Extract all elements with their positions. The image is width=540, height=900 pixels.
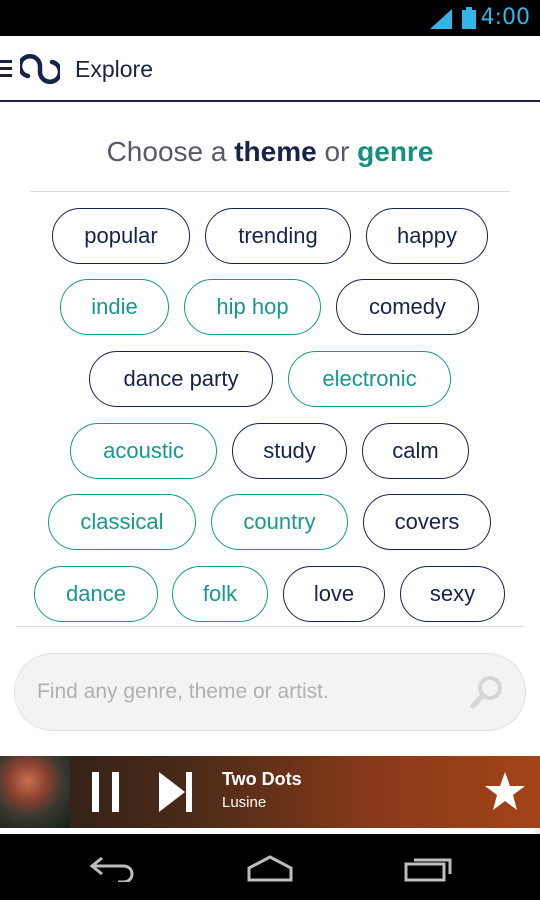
next-icon[interactable] (157, 770, 193, 814)
chip-indie[interactable]: indie (60, 279, 169, 335)
back-icon[interactable] (88, 854, 136, 882)
now-playing-bar[interactable]: Two Dots Lusine (0, 756, 540, 828)
pause-button[interactable] (90, 772, 122, 812)
heading-middle: or (316, 136, 358, 167)
search-bar (14, 653, 526, 731)
album-art[interactable] (0, 756, 70, 828)
chip-hip-hop[interactable]: hip hop (184, 279, 321, 335)
chip-dance-party[interactable]: dance party (89, 351, 273, 407)
chip-country[interactable]: country (211, 494, 348, 550)
chip-electronic[interactable]: electronic (288, 351, 451, 407)
chip-covers[interactable]: covers (363, 494, 491, 550)
chip-sexy[interactable]: sexy (400, 566, 505, 622)
heading-theme-word: theme (234, 136, 317, 167)
chip-happy[interactable]: happy (366, 208, 488, 264)
chip-acoustic[interactable]: acoustic (70, 423, 217, 479)
navigation-bar (0, 834, 540, 900)
recent-apps-icon[interactable] (404, 854, 454, 882)
track-title: Two Dots (222, 769, 302, 789)
chip-folk[interactable]: folk (172, 566, 268, 622)
chips-divider (16, 626, 524, 627)
search-input[interactable] (37, 654, 467, 730)
choose-heading: Choose a theme or genre (0, 136, 540, 168)
battery-icon (462, 7, 476, 29)
chip-love[interactable]: love (283, 566, 385, 622)
heading-prefix: Choose a (106, 136, 235, 167)
star-icon[interactable] (484, 770, 526, 812)
pause-icon (92, 772, 99, 812)
chip-trending[interactable]: trending (205, 208, 351, 264)
heading-divider (30, 191, 510, 192)
heading-genre-word: genre (357, 136, 434, 167)
status-clock: 4:00 (480, 5, 530, 30)
home-icon[interactable] (243, 854, 297, 882)
chip-classical[interactable]: classical (48, 494, 196, 550)
chip-calm[interactable]: calm (362, 423, 469, 479)
chip-popular[interactable]: popular (52, 208, 190, 264)
search-icon[interactable] (469, 674, 505, 710)
track-artist: Lusine (222, 794, 267, 811)
signal-icon (430, 9, 452, 29)
app-logo-icon[interactable] (20, 50, 60, 88)
chip-comedy[interactable]: comedy (336, 279, 479, 335)
menu-icon[interactable] (0, 60, 12, 78)
page-title: Explore (75, 56, 153, 82)
app-bar: Explore (0, 36, 540, 102)
chip-study[interactable]: study (232, 423, 347, 479)
chip-dance[interactable]: dance (34, 566, 158, 622)
status-bar: 4:00 (0, 0, 540, 36)
